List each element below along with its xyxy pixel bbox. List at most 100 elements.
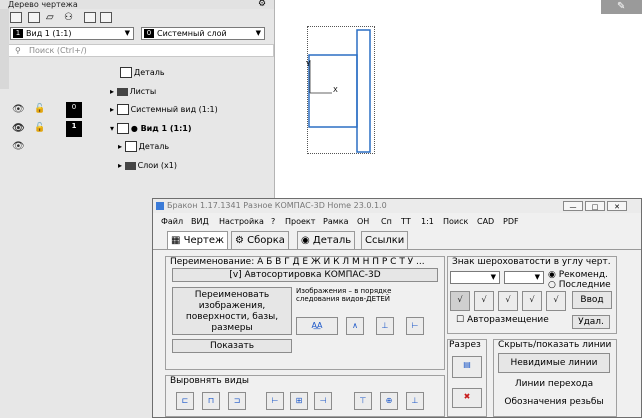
align-center-icon[interactable]: ⊓ xyxy=(202,392,220,410)
roughness-sign-2-icon[interactable]: √ xyxy=(474,291,494,311)
structure-icon[interactable]: ⚇ xyxy=(64,12,76,23)
menu-search[interactable]: Поиск xyxy=(443,216,468,228)
menu-frame[interactable]: Рамка xyxy=(323,216,349,228)
roughness-sign-4-icon[interactable]: √ xyxy=(522,291,542,311)
chevron-down-icon: ▼ xyxy=(255,29,261,37)
rename-label: Переименование: А Б В Г Д Е Ж И К Л М Н … xyxy=(170,257,425,267)
tree-row-layers[interactable]: ▸ Слои (х1) xyxy=(0,157,274,175)
radio-last[interactable]: ○ Последние xyxy=(548,280,611,290)
letters-icon-button[interactable]: A͟A xyxy=(296,317,338,335)
roughness-group: Знак шероховатости в углу черт. ▼ ▼ ◉ Ре… xyxy=(447,256,617,334)
radio-off-icon: ○ xyxy=(548,280,559,290)
tree-row-part-child[interactable]: 👁 ▸ Деталь xyxy=(0,138,274,156)
delete-button[interactable]: Удал. xyxy=(572,315,610,329)
tree-view-icon[interactable] xyxy=(28,12,40,23)
view-select[interactable]: 1 Вид 1 (1:1) ▼ xyxy=(10,27,134,40)
view-icon xyxy=(116,123,129,134)
section-icon[interactable]: ▤ xyxy=(452,356,482,378)
menu-help[interactable]: ? xyxy=(271,216,275,228)
view-number-badge: 1 xyxy=(66,121,82,137)
brakon-dialog: Бракон 1.17.1341 Разное КОМПАС-3D Home 2… xyxy=(152,198,642,418)
angle-icon-button[interactable]: ∧ xyxy=(346,317,364,335)
thread-marks-button[interactable]: Обозначения резьбы xyxy=(498,395,610,411)
roughness-sign-1-icon[interactable]: √ xyxy=(450,291,470,311)
auto-place-checkbox[interactable]: ☐ Авторазмещение xyxy=(456,315,549,325)
menu-tt[interactable]: ТТ xyxy=(401,216,411,228)
align-h-center-icon[interactable]: ⊞ xyxy=(290,392,308,410)
menu-settings[interactable]: Настройка xyxy=(219,216,264,228)
image-icon[interactable] xyxy=(84,12,96,23)
roughness-type-select[interactable]: ▼ xyxy=(450,271,500,284)
close-button[interactable]: ✕ xyxy=(607,201,627,211)
radio-on-icon: ◉ xyxy=(548,270,559,280)
layers-icon[interactable]: ▱ xyxy=(46,12,58,23)
align-h-right-icon[interactable]: ⊣ xyxy=(314,392,332,410)
tab-part-label: Деталь xyxy=(312,235,352,246)
view-select-value: Вид 1 (1:1) xyxy=(26,29,72,38)
lock-icon[interactable]: 🔓 xyxy=(34,104,45,115)
tree-mode-icon[interactable] xyxy=(10,12,22,23)
collapse-arrow-icon[interactable]: ▾ xyxy=(110,124,117,133)
roughness-value-select[interactable]: ▼ xyxy=(504,271,544,284)
show-button[interactable]: Показать xyxy=(172,339,292,353)
delete-section-icon[interactable]: ✖ xyxy=(452,388,482,408)
align-v-bottom-icon[interactable]: ⊥ xyxy=(406,392,424,410)
lines-label: Скрыть/показать линии xyxy=(498,340,612,350)
tree-row-sheets[interactable]: ▸ Листы xyxy=(0,83,274,101)
folder-icon xyxy=(116,87,128,96)
menu-view[interactable]: ВИД xyxy=(191,216,209,228)
radio-recommended-label: Рекоменд. xyxy=(558,270,608,280)
gear-icon[interactable]: ⚙ xyxy=(258,0,266,9)
minimize-button[interactable]: — xyxy=(563,201,583,211)
base-icon-button[interactable]: ⊥ xyxy=(376,317,394,335)
menu-project[interactable]: Проект xyxy=(285,216,315,228)
maximize-button[interactable]: □ xyxy=(585,201,605,211)
layer-select[interactable]: 0 Системный слой ▼ xyxy=(141,27,265,40)
tab-part[interactable]: ◉ Деталь xyxy=(297,231,356,249)
menu-cad[interactable]: CAD xyxy=(477,216,494,228)
enter-button[interactable]: Ввод xyxy=(572,291,612,309)
tab-assembly[interactable]: ⚙ Сборка xyxy=(231,231,289,249)
menu-file[interactable]: Файл xyxy=(161,216,183,228)
left-side-strip[interactable] xyxy=(0,9,9,89)
tree-row-label: Листы xyxy=(129,87,157,96)
autosort-button[interactable]: [v] Автосортировка КОМПАС-3D xyxy=(172,268,438,282)
tree-row-part[interactable]: Деталь xyxy=(0,64,274,82)
eye-icon[interactable]: 👁 xyxy=(12,141,25,152)
menu-scale[interactable]: 1:1 xyxy=(421,216,434,228)
roughness-sign-3-icon[interactable]: √ xyxy=(498,291,518,311)
section-label: Разрез xyxy=(449,340,481,350)
menu-sp[interactable]: Сп xyxy=(381,216,392,228)
tab-links-label: Ссылки xyxy=(365,235,405,246)
align-views-group: Выровнять виды ⊏ ⊓ ⊐ ⊢ ⊞ ⊣ ⊤ ⊕ ⊥ xyxy=(165,375,445,417)
eye-icon[interactable]: 👁 xyxy=(12,123,25,134)
tab-drawing-label: Чертеж xyxy=(183,235,224,246)
tree-row-system-view[interactable]: 👁 🔓 0 ▸ Системный вид (1:1) xyxy=(0,101,274,119)
lock-icon[interactable]: 🔓 xyxy=(34,123,45,134)
rename-button[interactable]: Переименовать изображения, поверхности, … xyxy=(172,287,292,335)
eye-icon[interactable]: 👁 xyxy=(12,104,25,115)
part-icon: ◉ xyxy=(301,235,313,246)
roughness-sign-5-icon[interactable]: √ xyxy=(546,291,566,311)
radio-recommended[interactable]: ◉ Рекоменд. xyxy=(548,270,608,280)
menu-pdf[interactable]: PDF xyxy=(503,216,519,228)
tree-search-input[interactable]: ⚲ Поиск (Ctrl+/) xyxy=(0,44,274,57)
photo-icon[interactable] xyxy=(100,12,112,23)
align-left-icon[interactable]: ⊏ xyxy=(176,392,194,410)
invisible-lines-button[interactable]: Невидимые линии xyxy=(498,353,610,373)
align-right-icon[interactable]: ⊐ xyxy=(228,392,246,410)
assembly-icon: ⚙ xyxy=(235,235,248,246)
menu-oh[interactable]: ОН xyxy=(357,216,369,228)
edit-icon: ✎ xyxy=(617,1,626,12)
transition-lines-button[interactable]: Линии перехода xyxy=(498,377,610,393)
axis-y-label: Y xyxy=(306,60,311,68)
tab-drawing[interactable]: ▦ Чертеж xyxy=(167,231,228,249)
tree-row-view-1[interactable]: 👁 🔓 1 ▾ ● Вид 1 (1:1) xyxy=(0,120,274,138)
size-icon-button[interactable]: ⊢ xyxy=(406,317,424,335)
align-h-left-icon[interactable]: ⊢ xyxy=(266,392,284,410)
top-right-tool-button[interactable]: ✎ xyxy=(601,0,642,14)
tab-links[interactable]: Ссылки xyxy=(361,231,409,249)
align-v-top-icon[interactable]: ⊤ xyxy=(354,392,372,410)
align-v-center-icon[interactable]: ⊕ xyxy=(380,392,398,410)
part-drawing[interactable] xyxy=(300,20,390,160)
